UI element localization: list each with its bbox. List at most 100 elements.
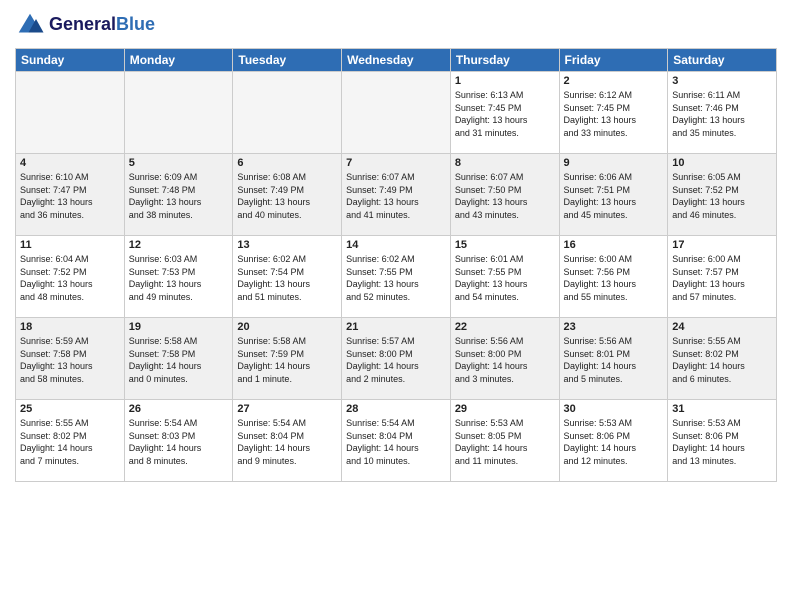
table-row: 14 Sunrise: 6:02 AMSunset: 7:55 PMDayligh… bbox=[342, 236, 451, 318]
col-wednesday: Wednesday bbox=[342, 49, 451, 72]
day-number: 21 bbox=[346, 321, 446, 333]
day-number: 12 bbox=[129, 239, 229, 251]
table-row: 29 Sunrise: 5:53 AMSunset: 8:05 PMDayligh… bbox=[450, 400, 559, 482]
table-row: 20Sunrise: 5:58 AMSunset: 7:59 PMDayligh… bbox=[233, 318, 342, 400]
day-info: Sunrise: 5:53 AMSunset: 8:06 PMDaylight:… bbox=[672, 417, 772, 467]
day-number: 3 bbox=[672, 75, 772, 87]
day-info: Sunrise: 6:05 AMSunset: 7:52 PMDaylight:… bbox=[672, 171, 772, 221]
day-number: 31 bbox=[672, 403, 772, 415]
table-row: 7 Sunrise: 6:07 AMSunset: 7:49 PMDaylight… bbox=[342, 154, 451, 236]
logo-text: GeneralBlue bbox=[49, 15, 155, 35]
logo: GeneralBlue bbox=[15, 10, 155, 40]
day-info: Sunrise: 6:07 AMSunset: 7:50 PMDaylight:… bbox=[455, 171, 555, 221]
calendar-week-row: 25 Sunrise: 5:55 AMSunset: 8:02 PMDayligh… bbox=[16, 400, 777, 482]
table-row bbox=[233, 72, 342, 154]
day-info: Sunrise: 5:54 AMSunset: 8:04 PMDaylight:… bbox=[237, 417, 337, 467]
day-number: 24 bbox=[672, 321, 772, 333]
table-row: 6 Sunrise: 6:08 AMSunset: 7:49 PMDaylight… bbox=[233, 154, 342, 236]
page: GeneralBlue Sunday Monday Tuesday Wednes… bbox=[0, 0, 792, 612]
day-info: Sunrise: 5:55 AMSunset: 8:02 PMDaylight:… bbox=[672, 335, 772, 385]
day-info: Sunrise: 5:59 AMSunset: 7:58 PMDaylight:… bbox=[20, 335, 120, 385]
day-number: 1 bbox=[455, 75, 555, 87]
day-number: 7 bbox=[346, 157, 446, 169]
day-number: 9 bbox=[564, 157, 664, 169]
day-number: 4 bbox=[20, 157, 120, 169]
col-sunday: Sunday bbox=[16, 49, 125, 72]
calendar-table: Sunday Monday Tuesday Wednesday Thursday… bbox=[15, 48, 777, 482]
calendar-week-row: 18 Sunrise: 5:59 AMSunset: 7:58 PMDayligh… bbox=[16, 318, 777, 400]
day-number: 10 bbox=[672, 157, 772, 169]
table-row: 15Sunrise: 6:01 AMSunset: 7:55 PMDayligh… bbox=[450, 236, 559, 318]
table-row: 13 Sunrise: 6:02 AMSunset: 7:54 PMDayligh… bbox=[233, 236, 342, 318]
day-number: 26 bbox=[129, 403, 229, 415]
day-info: Sunrise: 6:00 AMSunset: 7:56 PMDaylight:… bbox=[564, 253, 664, 303]
col-thursday: Thursday bbox=[450, 49, 559, 72]
table-row bbox=[124, 72, 233, 154]
table-row: 22 Sunrise: 5:56 AMSunset: 8:00 PMDayligh… bbox=[450, 318, 559, 400]
day-info: Sunrise: 5:56 AMSunset: 8:01 PMDaylight:… bbox=[564, 335, 664, 385]
day-info: Sunrise: 6:07 AMSunset: 7:49 PMDaylight:… bbox=[346, 171, 446, 221]
day-number: 23 bbox=[564, 321, 664, 333]
day-number: 18 bbox=[20, 321, 120, 333]
day-info: Sunrise: 6:08 AMSunset: 7:49 PMDaylight:… bbox=[237, 171, 337, 221]
table-row: 19 Sunrise: 5:58 AMSunset: 7:58 PMDayligh… bbox=[124, 318, 233, 400]
table-row: 11 Sunrise: 6:04 AMSunset: 7:52 PMDayligh… bbox=[16, 236, 125, 318]
table-row: 1 Sunrise: 6:13 AMSunset: 7:45 PMDaylight… bbox=[450, 72, 559, 154]
day-info: Sunrise: 5:56 AMSunset: 8:00 PMDaylight:… bbox=[455, 335, 555, 385]
day-number: 25 bbox=[20, 403, 120, 415]
day-info: Sunrise: 6:12 AMSunset: 7:45 PMDaylight:… bbox=[564, 89, 664, 139]
day-number: 6 bbox=[237, 157, 337, 169]
table-row: 24 Sunrise: 5:55 AMSunset: 8:02 PMDayligh… bbox=[668, 318, 777, 400]
day-info: Sunrise: 5:57 AMSunset: 8:00 PMDaylight:… bbox=[346, 335, 446, 385]
day-info: Sunrise: 6:11 AMSunset: 7:46 PMDaylight:… bbox=[672, 89, 772, 139]
day-number: 5 bbox=[129, 157, 229, 169]
day-number: 30 bbox=[564, 403, 664, 415]
day-info: Sunrise: 6:04 AMSunset: 7:52 PMDaylight:… bbox=[20, 253, 120, 303]
table-row: 28Sunrise: 5:54 AMSunset: 8:04 PMDayligh… bbox=[342, 400, 451, 482]
day-number: 8 bbox=[455, 157, 555, 169]
day-info: Sunrise: 6:10 AMSunset: 7:47 PMDaylight:… bbox=[20, 171, 120, 221]
day-info: Sunrise: 5:53 AMSunset: 8:06 PMDaylight:… bbox=[564, 417, 664, 467]
col-saturday: Saturday bbox=[668, 49, 777, 72]
day-number: 17 bbox=[672, 239, 772, 251]
header: GeneralBlue bbox=[15, 10, 777, 40]
table-row: 10 Sunrise: 6:05 AMSunset: 7:52 PMDayligh… bbox=[668, 154, 777, 236]
day-number: 13 bbox=[237, 239, 337, 251]
calendar-week-row: 4 Sunrise: 6:10 AMSunset: 7:47 PMDaylight… bbox=[16, 154, 777, 236]
logo-icon bbox=[15, 10, 45, 40]
table-row bbox=[16, 72, 125, 154]
table-row: 4 Sunrise: 6:10 AMSunset: 7:47 PMDaylight… bbox=[16, 154, 125, 236]
day-number: 19 bbox=[129, 321, 229, 333]
day-info: Sunrise: 5:55 AMSunset: 8:02 PMDaylight:… bbox=[20, 417, 120, 467]
day-number: 22 bbox=[455, 321, 555, 333]
table-row: 26 Sunrise: 5:54 AMSunset: 8:03 PMDayligh… bbox=[124, 400, 233, 482]
table-row: 30 Sunrise: 5:53 AMSunset: 8:06 PMDayligh… bbox=[559, 400, 668, 482]
calendar-week-row: 11 Sunrise: 6:04 AMSunset: 7:52 PMDayligh… bbox=[16, 236, 777, 318]
day-number: 15 bbox=[455, 239, 555, 251]
day-number: 11 bbox=[20, 239, 120, 251]
table-row: 23 Sunrise: 5:56 AMSunset: 8:01 PMDayligh… bbox=[559, 318, 668, 400]
table-row: 2 Sunrise: 6:12 AMSunset: 7:45 PMDaylight… bbox=[559, 72, 668, 154]
day-info: Sunrise: 5:53 AMSunset: 8:05 PMDaylight:… bbox=[455, 417, 555, 467]
day-number: 29 bbox=[455, 403, 555, 415]
day-info: Sunrise: 6:02 AMSunset: 7:54 PMDaylight:… bbox=[237, 253, 337, 303]
day-number: 14 bbox=[346, 239, 446, 251]
day-info: Sunrise: 6:13 AMSunset: 7:45 PMDaylight:… bbox=[455, 89, 555, 139]
table-row: 8 Sunrise: 6:07 AMSunset: 7:50 PMDaylight… bbox=[450, 154, 559, 236]
day-number: 2 bbox=[564, 75, 664, 87]
day-number: 16 bbox=[564, 239, 664, 251]
col-friday: Friday bbox=[559, 49, 668, 72]
table-row: 27 Sunrise: 5:54 AMSunset: 8:04 PMDayligh… bbox=[233, 400, 342, 482]
day-info: Sunrise: 5:58 AMSunset: 7:59 PMDaylight:… bbox=[237, 335, 337, 385]
calendar-week-row: 1 Sunrise: 6:13 AMSunset: 7:45 PMDaylight… bbox=[16, 72, 777, 154]
day-info: Sunrise: 5:54 AMSunset: 8:04 PMDaylight:… bbox=[346, 417, 446, 467]
table-row: 12Sunrise: 6:03 AMSunset: 7:53 PMDayligh… bbox=[124, 236, 233, 318]
table-row: 21 Sunrise: 5:57 AMSunset: 8:00 PMDayligh… bbox=[342, 318, 451, 400]
day-info: Sunrise: 6:09 AMSunset: 7:48 PMDaylight:… bbox=[129, 171, 229, 221]
day-info: Sunrise: 6:06 AMSunset: 7:51 PMDaylight:… bbox=[564, 171, 664, 221]
day-number: 27 bbox=[237, 403, 337, 415]
day-info: Sunrise: 5:54 AMSunset: 8:03 PMDaylight:… bbox=[129, 417, 229, 467]
day-info: Sunrise: 5:58 AMSunset: 7:58 PMDaylight:… bbox=[129, 335, 229, 385]
col-tuesday: Tuesday bbox=[233, 49, 342, 72]
day-info: Sunrise: 6:02 AMSunset: 7:55 PMDaylight:… bbox=[346, 253, 446, 303]
